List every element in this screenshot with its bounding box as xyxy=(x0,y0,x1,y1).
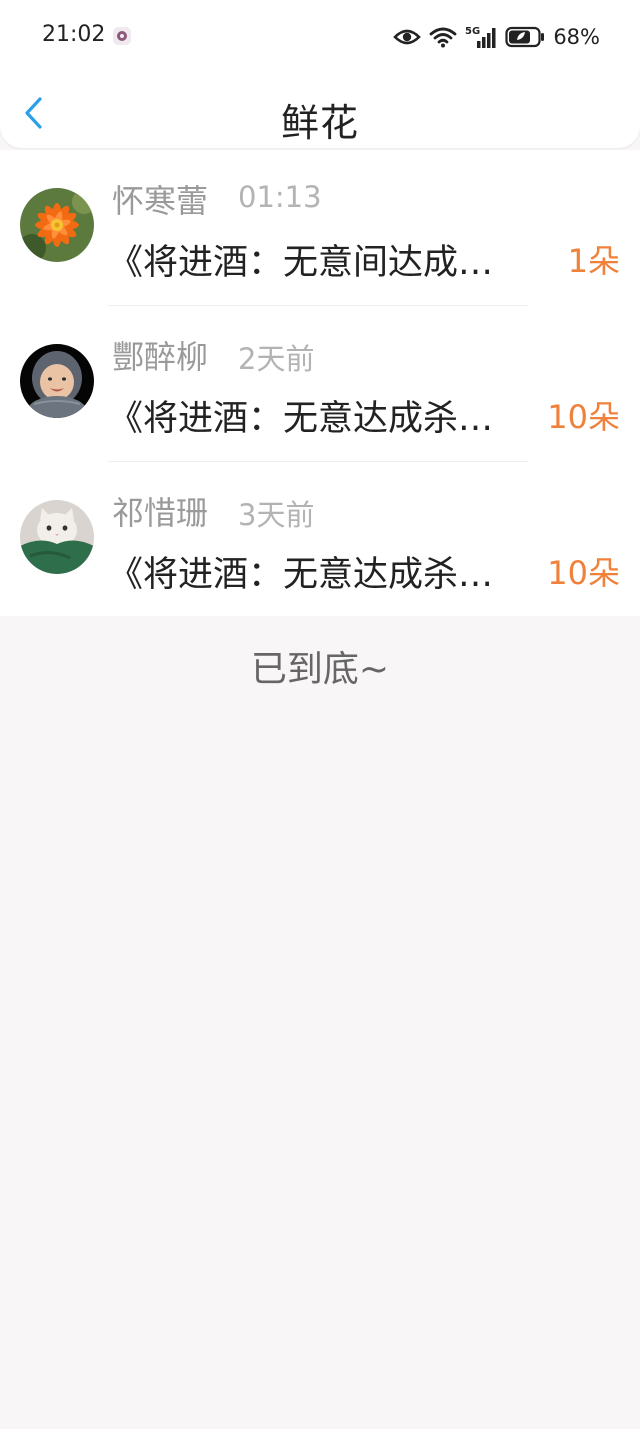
flower-count: 10朵 xyxy=(547,554,620,592)
sent-time: 2天前 xyxy=(238,342,315,376)
avatar[interactable] xyxy=(20,344,94,418)
flower-count: 1朵 xyxy=(567,242,620,280)
avatar[interactable] xyxy=(20,500,94,574)
sent-time: 3天前 xyxy=(238,498,315,532)
battery-percent: 68% xyxy=(553,25,600,49)
status-bar: 21:02 5G 68% xyxy=(0,0,640,76)
message-preview: 《将进酒：无意间达成… xyxy=(108,243,494,283)
status-time: 21:02 xyxy=(42,22,106,47)
notification-icon xyxy=(112,26,132,46)
sender-name: 怀寒蕾 xyxy=(112,182,209,220)
sender-name: 祁惜珊 xyxy=(112,494,209,532)
sent-time: 01:13 xyxy=(238,180,322,214)
page-title: 鲜花 xyxy=(280,101,359,145)
end-of-list-text: 已到底~ xyxy=(250,649,390,690)
message-preview: 《将进酒：无意达成杀… xyxy=(108,399,494,439)
sender-name: 酆醉柳 xyxy=(112,338,209,376)
list-item[interactable]: 怀寒蕾 01:13 《将进酒：无意间达成… 1朵 xyxy=(0,150,640,306)
flower-count: 10朵 xyxy=(547,398,620,436)
eye-icon xyxy=(393,27,422,47)
svg-text:5G: 5G xyxy=(465,26,480,37)
message-preview: 《将进酒：无意达成杀… xyxy=(108,555,494,595)
cat-avatar-image xyxy=(20,500,94,574)
avatar[interactable] xyxy=(20,188,94,262)
wifi-icon xyxy=(429,26,457,48)
header-card: 21:02 5G 68% 鲜花 xyxy=(0,0,640,148)
screen: 21:02 5G 68% 鲜花 怀寒蕾 01:13 《将进酒：无意间达成… 1朵… xyxy=(0,0,640,1429)
baby-avatar-image xyxy=(20,344,94,418)
list-item[interactable]: 酆醉柳 2天前 《将进酒：无意达成杀… 10朵 xyxy=(0,306,640,462)
signal-5g-icon: 5G xyxy=(465,25,497,49)
flower-list: 怀寒蕾 01:13 《将进酒：无意间达成… 1朵 酆醉柳 2天前 《将进酒：无意… xyxy=(0,150,640,616)
list-item[interactable]: 祁惜珊 3天前 《将进酒：无意达成杀… 10朵 xyxy=(0,462,640,618)
orange-flower-avatar-image xyxy=(20,188,94,262)
status-icons: 5G 68% xyxy=(393,22,600,52)
battery-icon xyxy=(505,26,545,48)
